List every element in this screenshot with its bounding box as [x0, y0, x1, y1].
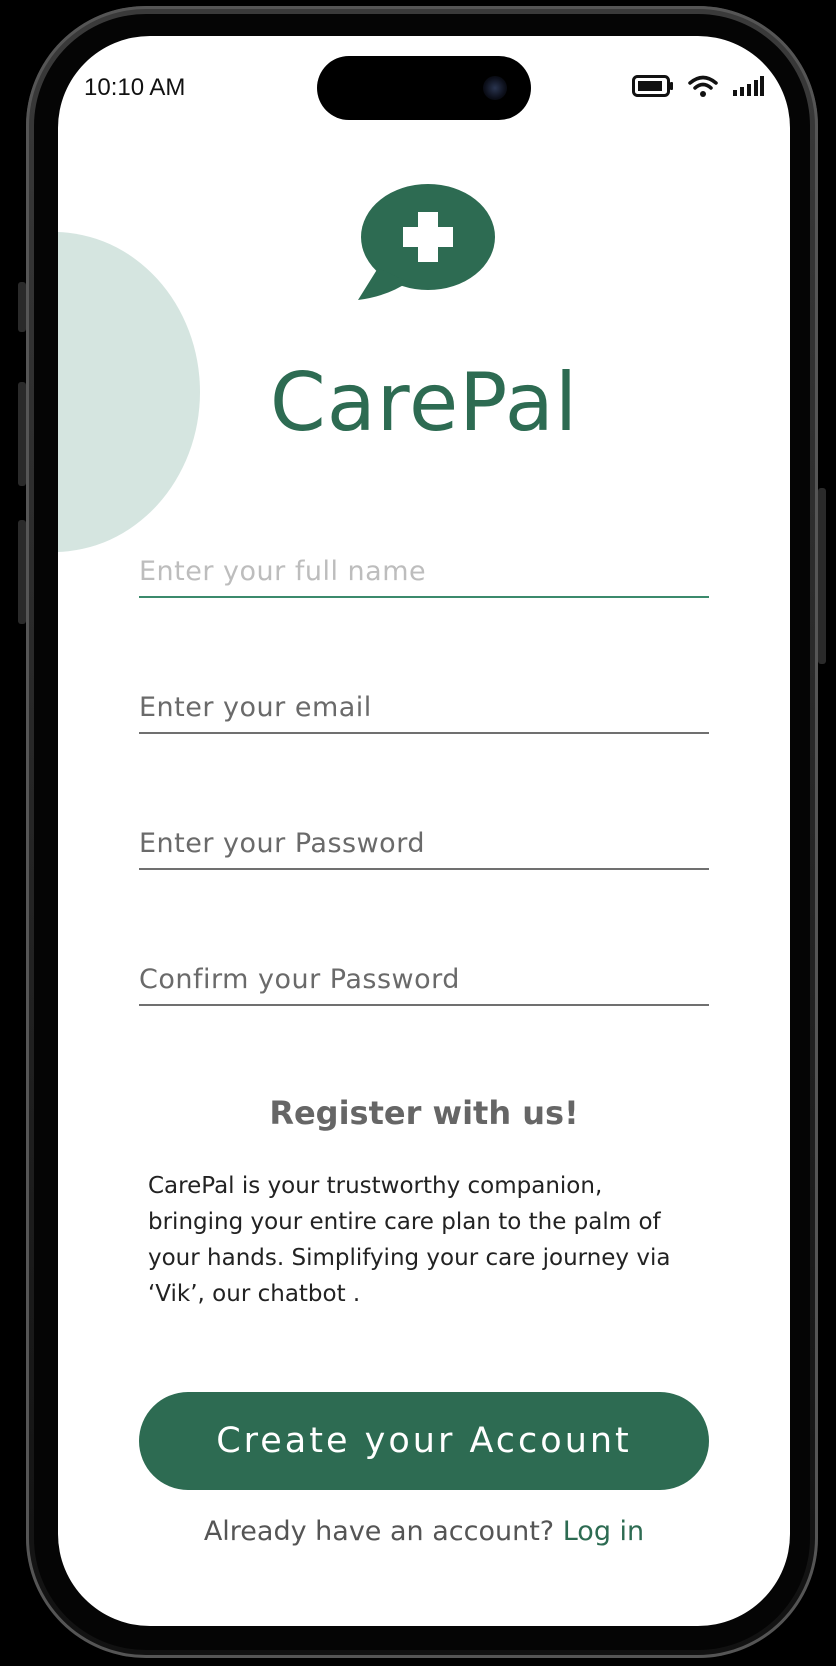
action-button	[18, 282, 26, 332]
login-link[interactable]: Log in	[563, 1516, 644, 1547]
login-prompt-text: Already have an account?	[203, 1516, 555, 1547]
volume-down-button	[18, 520, 26, 624]
volume-up-button	[18, 382, 26, 486]
full-name-field	[139, 546, 709, 598]
app-screen: 10:10 AM CarePal Enter your full name En…	[58, 36, 790, 1626]
camera-icon	[483, 76, 507, 100]
battery-icon	[632, 75, 673, 97]
power-button	[818, 488, 826, 664]
create-account-button[interactable]: Create your Account	[139, 1392, 709, 1490]
app-title: CarePal	[269, 356, 579, 449]
wifi-icon	[688, 75, 718, 97]
dynamic-island	[317, 56, 531, 120]
confirm-password-field	[139, 954, 709, 1006]
email-input[interactable]	[139, 682, 709, 732]
login-prompt-row: Already have an account? Log in	[58, 1516, 790, 1547]
status-icons	[632, 74, 764, 98]
password-input[interactable]	[139, 818, 709, 868]
app-description: CarePal is your trustworthy companion, b…	[148, 1173, 671, 1307]
signal-icon	[733, 76, 764, 96]
chat-plus-logo-icon	[358, 184, 495, 300]
full-name-input[interactable]	[139, 546, 709, 596]
register-heading: Register with us!	[269, 1094, 579, 1132]
status-time: 10:10 AM	[84, 74, 186, 101]
email-field	[139, 682, 709, 734]
password-field	[139, 818, 709, 870]
confirm-password-input[interactable]	[139, 954, 709, 1004]
